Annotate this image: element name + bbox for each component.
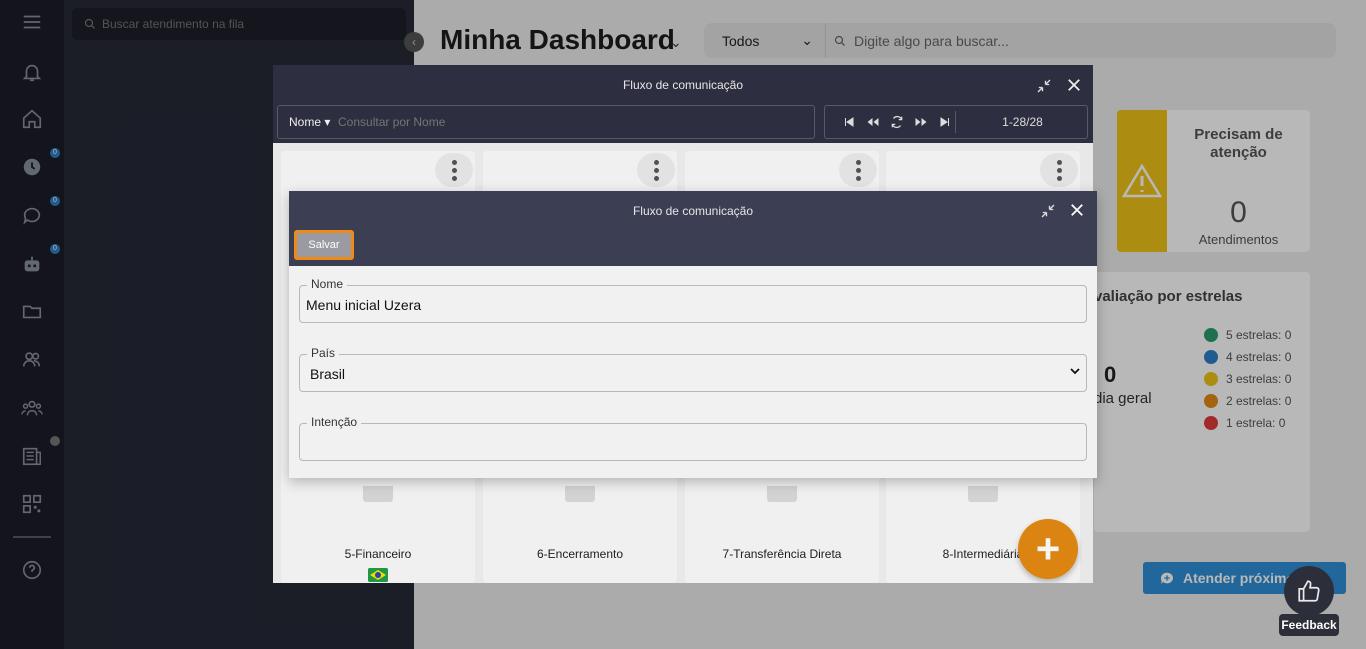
country-select[interactable]: País Brasil	[299, 346, 1087, 392]
flows-modal-title: Fluxo de comunicação	[622, 78, 744, 92]
minimize-icon[interactable]	[1038, 201, 1058, 221]
chevron-down-icon	[1070, 367, 1080, 378]
pager: 1-28/28	[824, 105, 1088, 139]
name-field-label: Nome	[307, 277, 348, 291]
pager-count: 1-28/28	[955, 111, 1089, 133]
save-button[interactable]: Salvar	[294, 230, 354, 260]
flows-modal-header: Fluxo de comunicação Nome ▾ 1-28/28	[273, 65, 1093, 143]
first-page-icon[interactable]	[841, 114, 857, 130]
close-icon[interactable]	[1063, 74, 1085, 96]
intent-field-label: Intenção	[307, 415, 362, 429]
feedback-button[interactable]	[1284, 566, 1334, 616]
name-field-value: Menu inicial Uzera	[306, 297, 422, 313]
prev-page-icon[interactable]	[865, 114, 881, 130]
flow-edit-modal: Fluxo de comunicação Salvar Nome Menu in…	[289, 191, 1097, 478]
intent-field[interactable]: Intenção	[299, 415, 1087, 461]
thumbs-up-icon	[1298, 580, 1320, 602]
flows-search-input[interactable]	[338, 115, 738, 129]
name-field[interactable]: Nome Menu inicial Uzera	[299, 277, 1087, 323]
country-select-value: Brasil	[310, 366, 346, 382]
flows-search: Nome ▾	[277, 105, 815, 139]
flows-search-field-select[interactable]: Nome ▾	[278, 115, 338, 129]
last-page-icon[interactable]	[937, 114, 953, 130]
flow-edit-title: Fluxo de comunicação	[632, 204, 754, 218]
country-select-label: País	[307, 346, 340, 360]
flow-edit-header: Fluxo de comunicação Salvar	[289, 191, 1097, 266]
refresh-icon[interactable]	[889, 114, 905, 130]
minimize-icon[interactable]	[1034, 76, 1054, 96]
close-icon[interactable]	[1066, 199, 1088, 221]
flows-search-field-label: Nome	[289, 115, 322, 129]
next-page-icon[interactable]	[913, 114, 929, 130]
feedback-label[interactable]: Feedback	[1279, 614, 1339, 636]
